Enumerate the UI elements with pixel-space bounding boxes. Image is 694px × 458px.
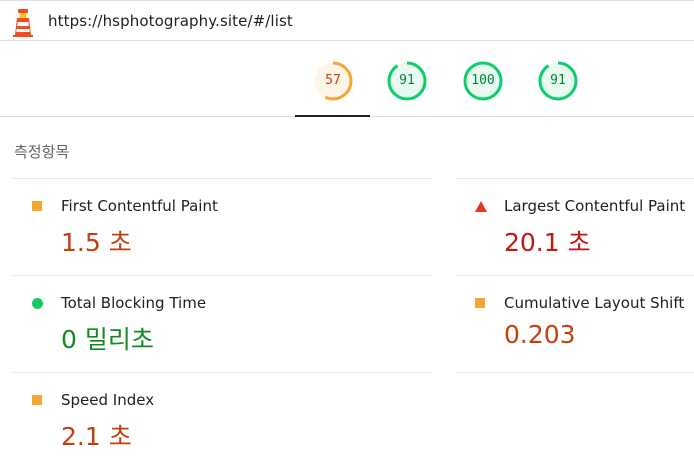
gauge-score: 91: [399, 73, 415, 88]
orange-square-icon: [32, 201, 42, 211]
gauge-score: 57: [325, 73, 341, 88]
page-url[interactable]: https://hsphotography.site/#/list: [48, 12, 293, 30]
divider: [456, 372, 694, 373]
lighthouse-icon: [13, 9, 33, 37]
gauge-accessibility[interactable]: 91: [385, 59, 429, 103]
metric-largest-contentful-paint[interactable]: Largest Contentful Paint 20.1 초: [456, 178, 694, 275]
metric-value: 0.203: [504, 320, 576, 349]
divider: [13, 372, 432, 373]
metric-value: 1.5 초: [61, 228, 132, 257]
metric-value: 2.1 초: [61, 422, 132, 451]
gauge-score: 100: [471, 73, 495, 88]
metric-title: Largest Contentful Paint: [504, 197, 686, 215]
green-circle-icon: [32, 298, 43, 309]
divider: [13, 178, 432, 179]
address-bar: https://hsphotography.site/#/list: [0, 0, 694, 41]
red-triangle-icon: [475, 201, 487, 212]
divider: [13, 275, 432, 276]
gauge-seo[interactable]: 91: [536, 59, 580, 103]
orange-square-icon: [475, 298, 485, 308]
divider: [456, 178, 694, 179]
metric-first-contentful-paint[interactable]: First Contentful Paint 1.5 초: [13, 178, 432, 275]
metric-value: 0 밀리초: [61, 325, 154, 354]
metric-cumulative-layout-shift[interactable]: Cumulative Layout Shift 0.203: [456, 275, 694, 372]
metric-title: Cumulative Layout Shift: [504, 294, 685, 312]
metric-title: First Contentful Paint: [61, 197, 218, 215]
category-gauges: 57 91 100 91: [0, 41, 694, 117]
metric-grid-end: [456, 372, 694, 374]
orange-square-icon: [32, 395, 42, 405]
metric-title: Total Blocking Time: [61, 294, 207, 312]
selected-tab-underline: [295, 115, 370, 117]
metric-speed-index[interactable]: Speed Index 2.1 초: [13, 372, 432, 458]
gauge-best-practices[interactable]: 100: [461, 59, 505, 103]
metric-title: Speed Index: [61, 391, 155, 409]
metric-value: 20.1 초: [504, 228, 591, 257]
gauge-performance[interactable]: 57: [311, 59, 355, 103]
gauge-score: 91: [550, 73, 566, 88]
divider: [456, 275, 694, 276]
metrics-section-title: 측정항목: [14, 143, 70, 161]
metric-total-blocking-time[interactable]: Total Blocking Time 0 밀리초: [13, 275, 432, 372]
